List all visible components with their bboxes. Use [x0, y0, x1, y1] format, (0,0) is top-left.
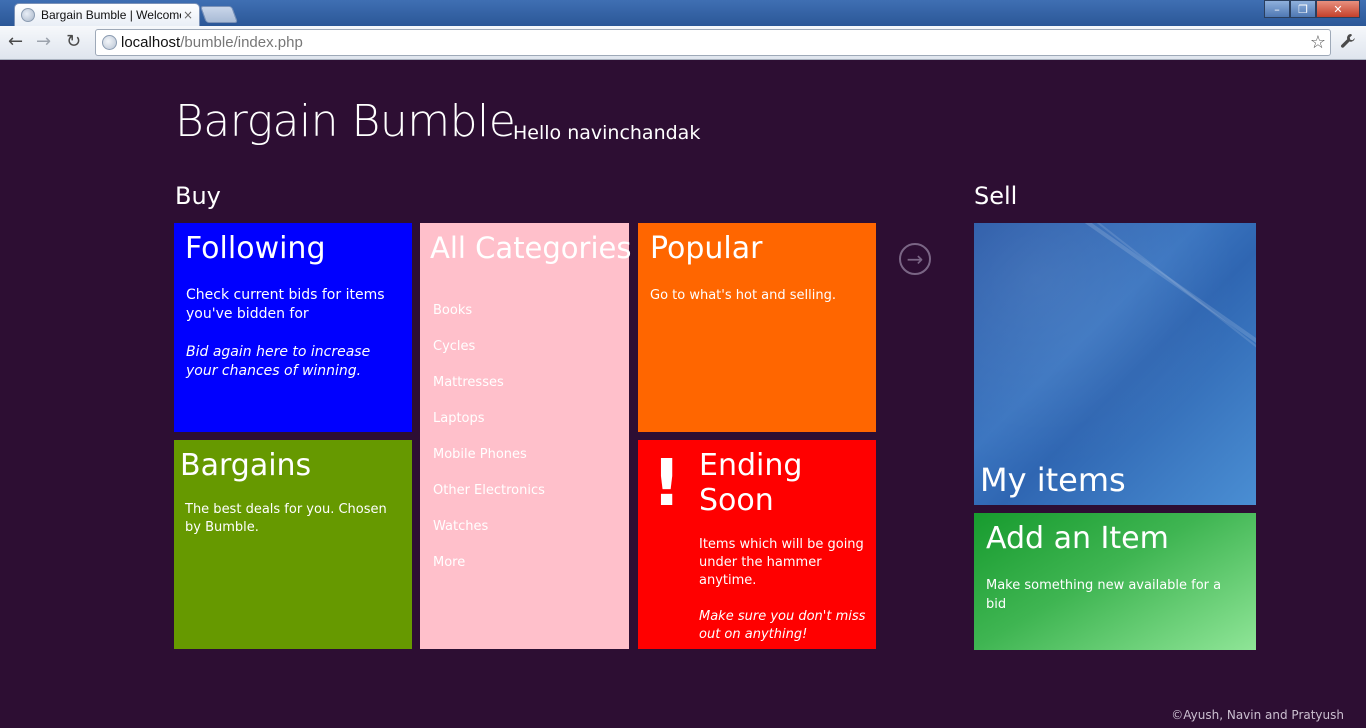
tile-categories-title: All Categories: [430, 231, 632, 265]
next-arrow-icon[interactable]: →: [899, 243, 931, 275]
footer-copyright: ©Ayush, Navin and Pratyush: [1171, 708, 1344, 722]
browser-toolbar: ← → ↻ localhost/bumble/index.php ☆: [0, 26, 1366, 60]
category-link-mobile-phones[interactable]: Mobile Phones: [433, 447, 619, 483]
tile-popular-title: Popular: [650, 231, 763, 266]
site-title: Bargain Bumble: [175, 96, 516, 147]
maximize-button[interactable]: ❐: [1290, 0, 1316, 18]
tile-my-items-title: My items: [980, 461, 1126, 499]
page-icon: [102, 35, 117, 50]
reload-icon[interactable]: ↻: [66, 33, 81, 51]
tile-following[interactable]: Following Check current bids for items y…: [174, 223, 412, 432]
tile-bargains-title: Bargains: [180, 448, 312, 483]
forward-arrow-icon[interactable]: →: [36, 33, 51, 51]
tile-following-note: Bid again here to increase your chances …: [186, 344, 371, 379]
category-list: Books Cycles Mattresses Laptops Mobile P…: [430, 303, 619, 591]
category-link-laptops[interactable]: Laptops: [433, 411, 619, 447]
exclamation-icon: !: [652, 447, 682, 521]
tile-ending-soon[interactable]: ! Ending Soon Items which will be going …: [638, 440, 876, 649]
tile-following-title: Following: [185, 231, 326, 266]
tile-ending-soon-desc: Items which will be going under the hamm…: [699, 537, 864, 588]
tile-popular-desc: Go to what's hot and selling.: [650, 288, 836, 303]
user-greeting: Hello navinchandak: [513, 122, 701, 144]
category-link-watches[interactable]: Watches: [433, 519, 619, 555]
section-heading-sell: Sell: [974, 182, 1018, 210]
tile-ending-soon-title: Ending Soon: [699, 448, 803, 518]
tile-ending-soon-note: Make sure you don't miss out on anything…: [699, 609, 866, 642]
tab-title: Bargain Bumble | Welcome: [41, 8, 181, 22]
category-link-mattresses[interactable]: Mattresses: [433, 375, 619, 411]
close-window-button[interactable]: ✕: [1316, 0, 1360, 18]
address-bar[interactable]: localhost/bumble/index.php ☆: [95, 29, 1331, 56]
tile-popular[interactable]: Popular Go to what's hot and selling.: [638, 223, 876, 432]
category-link-cycles[interactable]: Cycles: [433, 339, 619, 375]
page-scrollbar[interactable]: [1352, 61, 1366, 728]
section-heading-buy: Buy: [175, 182, 221, 210]
minimize-button[interactable]: –: [1264, 0, 1290, 18]
url-host: localhost: [121, 34, 181, 51]
bookmark-star-icon[interactable]: ☆: [1310, 32, 1326, 53]
browser-titlebar: Bargain Bumble | Welcome × – ❐ ✕: [0, 0, 1366, 26]
tile-add-item-title: Add an Item: [986, 521, 1169, 556]
tile-following-desc: Check current bids for items you've bidd…: [186, 287, 385, 322]
wrench-glyph: [1341, 34, 1355, 48]
category-link-more[interactable]: More: [433, 555, 619, 591]
tile-add-item-desc: Make something new available for a bid: [986, 578, 1222, 612]
url-path: /bumble/index.php: [180, 34, 303, 51]
tile-bargains[interactable]: Bargains The best deals for you. Chosen …: [174, 440, 412, 649]
tile-bargains-desc: The best deals for you. Chosen by Bumble…: [185, 502, 387, 535]
window-controls: – ❐ ✕: [1264, 0, 1360, 18]
wrench-icon[interactable]: [1340, 33, 1356, 54]
tile-my-items[interactable]: My items: [974, 223, 1256, 505]
new-tab-button[interactable]: [199, 6, 239, 23]
tile-add-item[interactable]: Add an Item Make something new available…: [974, 513, 1256, 650]
category-link-books[interactable]: Books: [433, 303, 619, 339]
category-link-other-electronics[interactable]: Other Electronics: [433, 483, 619, 519]
globe-icon: [21, 8, 35, 22]
browser-tab[interactable]: Bargain Bumble | Welcome ×: [14, 3, 200, 26]
back-arrow-icon[interactable]: ←: [8, 33, 23, 51]
tab-close-icon[interactable]: ×: [183, 8, 193, 22]
tile-all-categories[interactable]: All Categories Books Cycles Mattresses L…: [420, 223, 632, 649]
